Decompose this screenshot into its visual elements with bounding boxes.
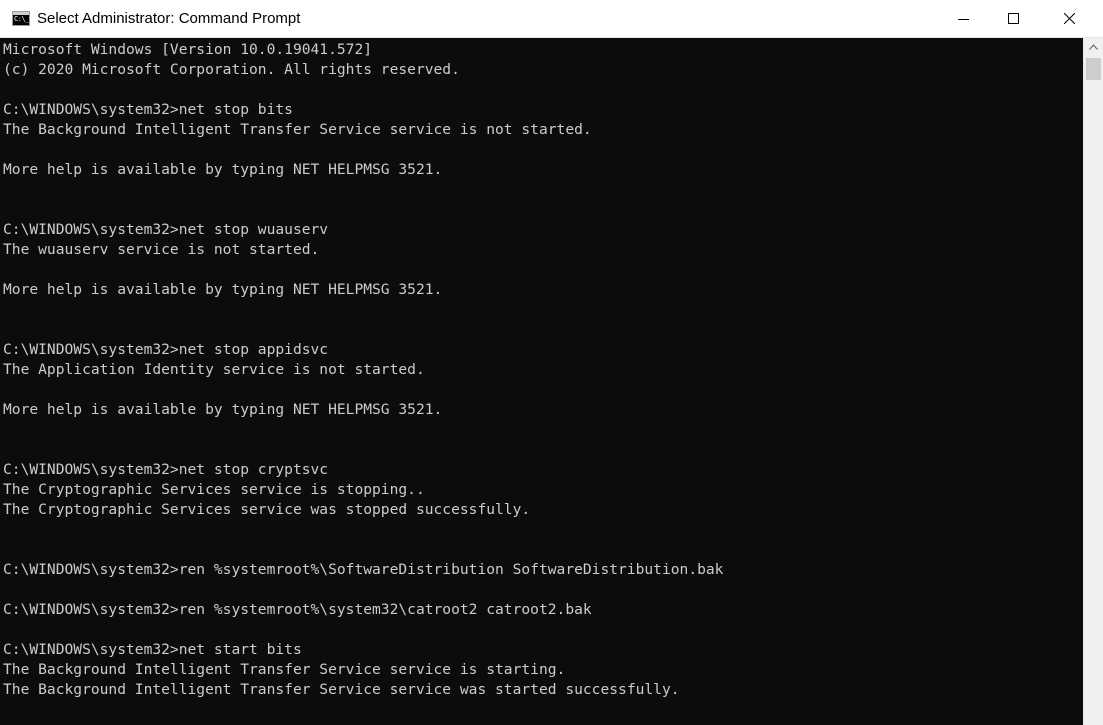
console-line: More help is available by typing NET HEL… [3, 281, 443, 298]
console-lines: Microsoft Windows [Version 10.0.19041.57… [3, 40, 723, 700]
maximize-icon [1008, 13, 1019, 24]
console-line: C:\WINDOWS\system32>net start bits [3, 641, 302, 658]
console-line: The Background Intelligent Transfer Serv… [3, 681, 680, 698]
console-line: The Background Intelligent Transfer Serv… [3, 661, 566, 678]
maximize-button[interactable] [991, 0, 1037, 37]
close-button[interactable] [1047, 0, 1093, 37]
console-line: C:\WINDOWS\system32>net stop bits [3, 101, 293, 118]
console-line: (c) 2020 Microsoft Corporation. All righ… [3, 61, 460, 78]
close-icon [1064, 13, 1075, 24]
vertical-scrollbar[interactable] [1083, 38, 1103, 725]
console-line: The Cryptographic Services service was s… [3, 501, 531, 518]
console-line: The Background Intelligent Transfer Serv… [3, 121, 592, 138]
window-title: Select Administrator: Command Prompt [37, 10, 301, 27]
console-line: The Application Identity service is not … [3, 361, 425, 378]
console-line: More help is available by typing NET HEL… [3, 161, 443, 178]
console-line: C:\WINDOWS\system32>net stop wuauserv [3, 221, 329, 238]
scroll-up-button[interactable] [1084, 38, 1103, 57]
cmd-icon[interactable]: C:\_ [12, 11, 30, 26]
command-prompt-window: C:\_ Select Administrator: Command Promp… [0, 0, 1103, 725]
console-line: Microsoft Windows [Version 10.0.19041.57… [3, 41, 373, 58]
console-line: The Cryptographic Services service is st… [3, 481, 425, 498]
console-line: C:\WINDOWS\system32>net stop appidsvc [3, 341, 329, 358]
title-bar[interactable]: C:\_ Select Administrator: Command Promp… [0, 0, 1103, 38]
console-line: More help is available by typing NET HEL… [3, 401, 443, 418]
console-output[interactable]: Microsoft Windows [Version 10.0.19041.57… [0, 38, 1083, 725]
console-line: C:\WINDOWS\system32>net stop cryptsvc [3, 461, 329, 478]
minimize-button[interactable] [941, 0, 987, 37]
console-line: C:\WINDOWS\system32>ren %systemroot%\sys… [3, 601, 592, 618]
minimize-icon [958, 19, 969, 20]
scroll-thumb[interactable] [1086, 58, 1101, 80]
console-line: The wuauserv service is not started. [3, 241, 320, 258]
cmd-icon-glyph: C:\_ [14, 15, 29, 23]
console-line: C:\WINDOWS\system32>ren %systemroot%\Sof… [3, 561, 724, 578]
chevron-up-icon [1089, 44, 1098, 50]
